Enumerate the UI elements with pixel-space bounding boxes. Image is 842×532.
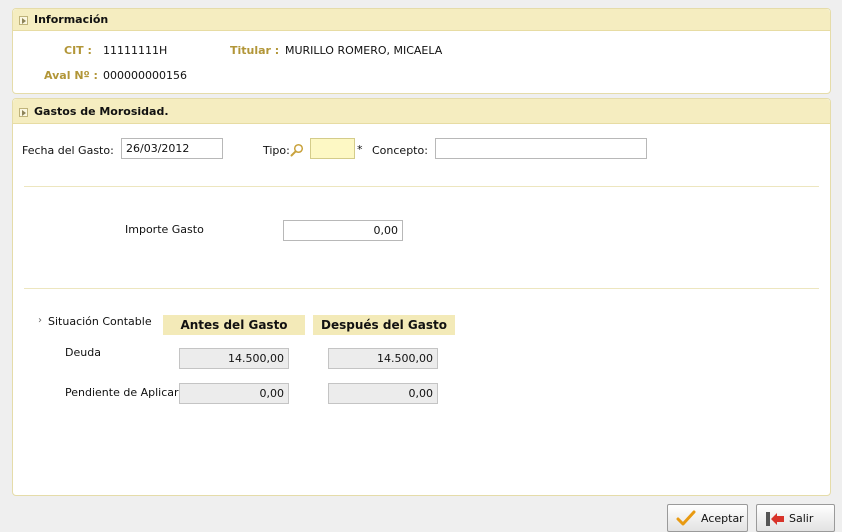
- divider: [24, 186, 819, 187]
- concepto-label: Concepto:: [372, 144, 428, 157]
- aceptar-button[interactable]: Aceptar: [667, 504, 748, 532]
- aval-label: Aval Nº :: [44, 69, 98, 82]
- cit-label: CIT :: [64, 44, 92, 57]
- salir-label: Salir: [789, 512, 814, 525]
- expand-arrow-icon[interactable]: [19, 108, 28, 117]
- titular-value: MURILLO ROMERO, MICAELA: [285, 44, 443, 57]
- deuda-antes-field: [179, 348, 289, 369]
- titular-label: Titular :: [230, 44, 280, 57]
- checkmark-icon: [676, 510, 696, 526]
- gastos-title: Gastos de Morosidad.: [34, 105, 169, 118]
- divider: [24, 288, 819, 289]
- pendiente-antes-field: [179, 383, 289, 404]
- salir-button[interactable]: Salir: [756, 504, 835, 532]
- bullet-icon: ›: [38, 315, 42, 326]
- col-header-antes: Antes del Gasto: [163, 315, 305, 335]
- concepto-input[interactable]: [435, 138, 647, 159]
- informacion-title: Información: [34, 13, 109, 26]
- col-header-despues: Después del Gasto: [313, 315, 455, 335]
- deuda-label: Deuda: [65, 346, 101, 359]
- aceptar-label: Aceptar: [701, 512, 744, 525]
- informacion-header[interactable]: Información: [13, 9, 830, 31]
- cit-value: 11111111H: [103, 44, 168, 57]
- pendiente-despues-field: [328, 383, 438, 404]
- gastos-header[interactable]: Gastos de Morosidad.: [13, 99, 830, 124]
- fecha-input[interactable]: [121, 138, 223, 159]
- importe-input[interactable]: [283, 220, 403, 241]
- situacion-label: Situación Contable: [48, 315, 152, 328]
- exit-icon: [766, 512, 784, 526]
- aval-value: 000000000156: [103, 69, 187, 82]
- tipo-label: Tipo:: [263, 144, 290, 157]
- fecha-label: Fecha del Gasto:: [22, 144, 114, 157]
- deuda-despues-field: [328, 348, 438, 369]
- required-marker: *: [357, 143, 363, 156]
- expand-arrow-icon[interactable]: [19, 16, 28, 25]
- tipo-input[interactable]: [310, 138, 355, 159]
- pendiente-label: Pendiente de Aplicar: [65, 386, 179, 399]
- importe-label: Importe Gasto: [125, 223, 204, 236]
- search-icon[interactable]: [290, 143, 304, 157]
